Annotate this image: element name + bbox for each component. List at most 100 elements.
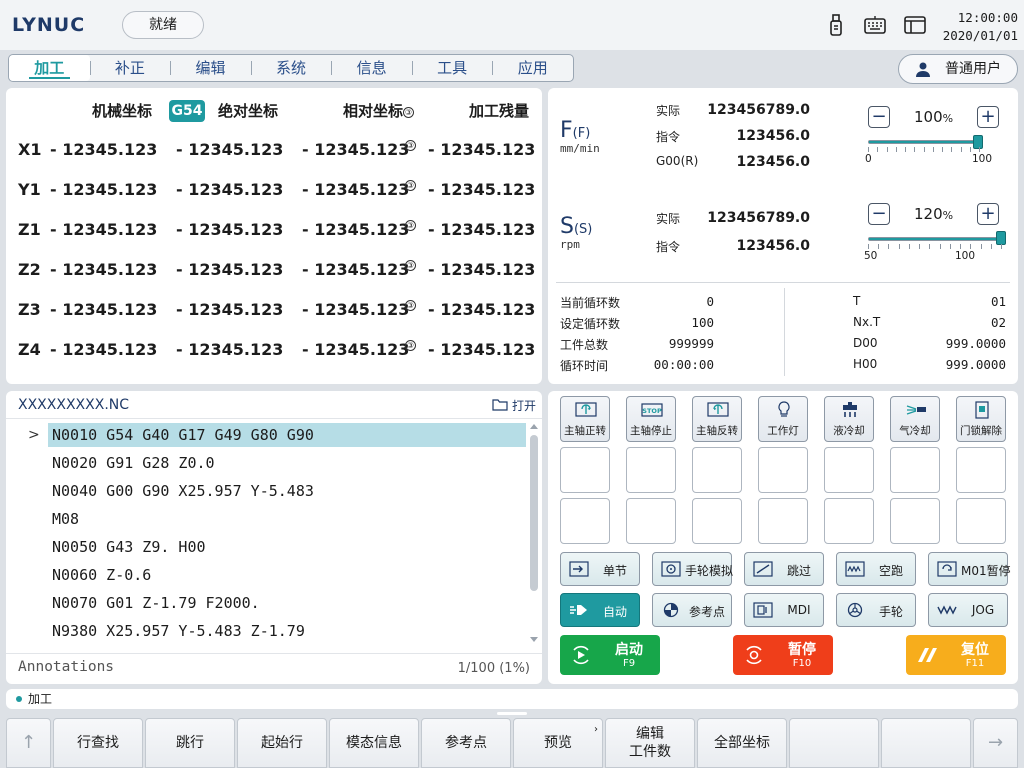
user-icon (916, 62, 930, 77)
tab-apps[interactable]: 应用 (492, 55, 573, 81)
user-button[interactable]: 普通用户 (898, 54, 1018, 84)
stop-icon-text: STOP (642, 407, 662, 415)
spindle-override-value: 120% (914, 205, 953, 223)
folder-icon (492, 399, 508, 411)
softkey-next-button[interactable]: → (973, 718, 1018, 768)
feed-override-minus-button[interactable]: − (868, 106, 890, 128)
program-line[interactable]: N0010 G54 G40 G17 G49 G80 G90 (48, 423, 526, 447)
tab-edit[interactable]: 编辑 (170, 55, 251, 81)
reference-point-button[interactable]: 参考点 (652, 593, 732, 627)
softkey-prev-button[interactable]: ↑ (6, 718, 51, 768)
remaining-value: - 12345.123 (428, 180, 536, 199)
softkey-preview[interactable]: 预览 › (513, 718, 603, 768)
softkey-jump-line[interactable]: 跳行 (145, 718, 235, 768)
handwheel-sim-button[interactable]: 手轮模拟 (652, 552, 733, 586)
m01-pause-button[interactable]: M01暂停 (928, 552, 1011, 586)
program-line[interactable]: N0060 Z-0.6 (48, 563, 526, 587)
custom-button-slot[interactable] (626, 498, 676, 544)
softkey-all-coordinates[interactable]: 全部坐标 (697, 718, 787, 768)
auto-mode-button[interactable]: 自动 (560, 593, 640, 627)
custom-button-slot[interactable] (692, 498, 742, 544)
open-file-button[interactable]: 打开 (492, 397, 536, 414)
feed-override-slider[interactable] (868, 140, 980, 144)
softkey-start-line[interactable]: 起始行 (237, 718, 327, 768)
absolute-coords-header: 绝对坐标 (218, 102, 279, 120)
single-block-icon (569, 561, 589, 577)
cycle-start-button[interactable]: 启动 F9 (560, 635, 660, 675)
air-cool-button[interactable]: 气冷却 (890, 396, 940, 442)
program-line[interactable]: N0020 G91 G28 Z0.0 (48, 451, 526, 475)
single-block-button[interactable]: 单节 (560, 552, 640, 586)
program-line[interactable]: M08 (48, 507, 526, 531)
softkey-reference-point[interactable]: 参考点 (421, 718, 511, 768)
program-scrollbar[interactable] (529, 421, 539, 647)
spindle-override-slider[interactable] (868, 237, 1002, 241)
custom-button-slot[interactable] (824, 498, 874, 544)
slider-tick (909, 244, 910, 249)
custom-button-slot[interactable] (626, 447, 676, 493)
custom-button-slot[interactable] (758, 498, 808, 544)
machine-value: - 12345.123 (50, 140, 158, 159)
softkey-empty[interactable] (881, 718, 971, 768)
skip-button[interactable]: 跳过 (744, 552, 824, 586)
mdi-mode-button[interactable]: MDI (744, 593, 824, 627)
program-line[interactable]: N0040 G00 G90 X25.957 Y-5.483 (48, 479, 526, 503)
feed-hold-button[interactable]: 暂停 F10 (733, 635, 833, 675)
custom-button-slot[interactable] (956, 498, 1006, 544)
tab-machining[interactable]: 加工 (9, 55, 90, 81)
program-line[interactable]: N0070 G01 Z-1.79 F2000. (48, 591, 526, 615)
cycle-set-value: 100 (691, 315, 714, 330)
softkey-line-search[interactable]: 行查找 (53, 718, 143, 768)
program-line[interactable]: N0050 G43 Z9. H00 (48, 535, 526, 559)
custom-button-slot[interactable] (890, 447, 940, 493)
coolant-button[interactable]: 液冷却 (824, 396, 874, 442)
custom-button-slot[interactable] (560, 447, 610, 493)
softkey-edit-workpiece-count[interactable]: 编辑 工件数 (605, 718, 695, 768)
usb-icon[interactable] (824, 13, 848, 37)
custom-button-slot[interactable] (890, 498, 940, 544)
scroll-down-icon[interactable] (530, 637, 538, 643)
spindle-override-plus-button[interactable]: + (977, 203, 999, 225)
spindle-cw-button[interactable]: 主轴正转 (560, 396, 610, 442)
absolute-value: - 12345.123 (176, 300, 284, 319)
custom-button-slot[interactable] (824, 447, 874, 493)
spindle-override-minus-button[interactable]: − (868, 203, 890, 225)
handwheel-mode-button[interactable]: 手轮 (836, 593, 916, 627)
reset-button[interactable]: 复位 F11 (906, 635, 1006, 675)
reset-label: 复位 (961, 642, 989, 658)
wcs-badge[interactable]: G54 (169, 100, 205, 122)
dry-run-button[interactable]: 空跑 (836, 552, 916, 586)
tab-tools[interactable]: 工具 (411, 55, 493, 81)
door-unlock-button[interactable]: 门锁解除 (956, 396, 1006, 442)
spindle-actual-value: 123456789.0 (707, 210, 810, 226)
scroll-up-icon[interactable] (530, 423, 538, 429)
feed-override-plus-button[interactable]: + (977, 106, 999, 128)
custom-button-slot[interactable] (560, 498, 610, 544)
program-line[interactable]: N9380 X25.957 Y-5.483 Z-1.79 (48, 619, 526, 643)
softkey-empty[interactable] (789, 718, 879, 768)
time: 12:00:00 (957, 10, 1018, 25)
window-layout-icon[interactable] (903, 13, 927, 37)
softkey-modal-info[interactable]: 模态信息 (329, 718, 419, 768)
custom-button-slot[interactable] (758, 447, 808, 493)
work-light-icon (778, 401, 790, 417)
spindle-override-knob[interactable] (996, 231, 1006, 245)
slider-tick (1001, 244, 1002, 249)
coord-row-z3: Z3 - 12345.123 - 12345.123 - 12345.123 ③… (6, 300, 542, 324)
m01-pause-icon (937, 561, 957, 577)
jog-mode-button[interactable]: JOG (928, 593, 1008, 627)
machine-value: - 12345.123 (50, 220, 158, 239)
spindle-stop-button[interactable]: STOP 主轴停止 (626, 396, 676, 442)
custom-button-slot[interactable] (956, 447, 1006, 493)
keyboard-icon[interactable] (863, 13, 887, 37)
coolant-label: 液冷却 (833, 425, 865, 437)
remaining-value: - 12345.123 (428, 300, 536, 319)
drawer-handle[interactable] (497, 712, 527, 715)
work-light-button[interactable]: 工作灯 (758, 396, 808, 442)
tab-info[interactable]: 信息 (331, 55, 412, 81)
tab-system[interactable]: 系统 (250, 55, 332, 81)
scroll-thumb[interactable] (530, 435, 538, 591)
spindle-ccw-button[interactable]: 主轴反转 (692, 396, 742, 442)
custom-button-slot[interactable] (692, 447, 742, 493)
tab-offset[interactable]: 补正 (89, 55, 171, 81)
